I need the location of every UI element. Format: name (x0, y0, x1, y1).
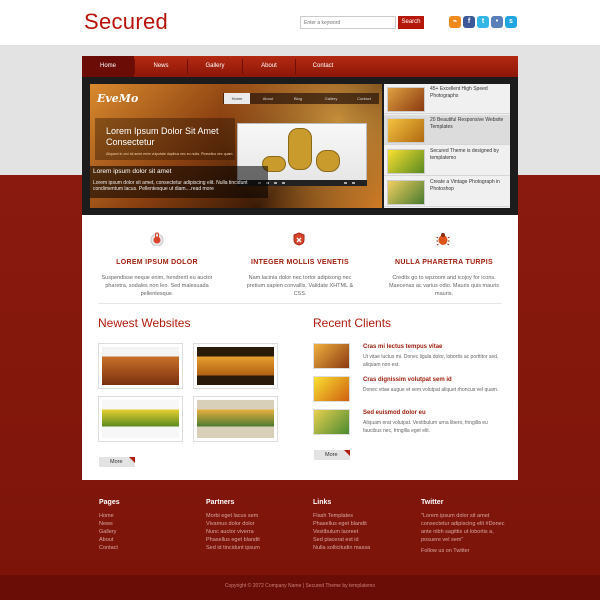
side-thumb (387, 180, 425, 205)
client-thumb[interactable] (313, 376, 350, 402)
section-divider (98, 303, 502, 304)
twitter-icon[interactable]: t (477, 16, 489, 28)
footer-links-title: Links (313, 499, 332, 506)
skype-icon[interactable]: s (505, 16, 517, 28)
nav-home[interactable]: Home (82, 56, 134, 77)
footer-link[interactable]: Nulla sollicitudin massa (313, 544, 370, 552)
feature-text: Nam lacinia dolor nec tortor adipisong n… (246, 275, 354, 297)
side-list-text: Create a Vintage Photograph in Photoshop (430, 179, 500, 192)
slide-heading: Lorem Ipsum Dolor Sit Amet Consectetur (106, 126, 219, 147)
slide-prev-icon[interactable] (344, 182, 347, 184)
feature-title: LOREM IPSUM DOLOR (116, 259, 198, 266)
slide-description-title: Lorem ipsum dolor sit amet (93, 168, 172, 175)
footer-link[interactable]: Vestibulum laoreet (313, 528, 358, 536)
footer-link[interactable]: Morbi eget lacus sem (206, 512, 258, 520)
more-corner-icon (129, 457, 135, 463)
footer-link[interactable]: Nunc auctor viverra (206, 528, 254, 536)
websites-title: Newest Websites (98, 316, 191, 330)
website-thumb[interactable] (98, 343, 183, 389)
rss-icon[interactable]: ⌁ (449, 16, 461, 28)
clients-title: Recent Clients (313, 316, 392, 330)
footer-partners-title: Partners (206, 499, 235, 506)
client-title[interactable]: Cras mi lectus tempus vitae (363, 344, 442, 350)
slide-small-text: Aliquam in orci sit amet enim vulputate … (106, 152, 234, 156)
footer-link[interactable]: Home (99, 512, 114, 520)
search-button[interactable]: Search (398, 16, 424, 29)
client-text: Aliquam erat volutpat. Vestibulum urna l… (363, 420, 488, 434)
footer-follow-link[interactable]: Follow us on Twitter (421, 547, 470, 555)
lock-icon (150, 232, 164, 246)
slider-brand: EveMo (97, 92, 139, 105)
footer-link[interactable]: Phasellus eget blandit (206, 536, 260, 544)
side-thumb (387, 87, 425, 112)
coin-stack (316, 150, 340, 172)
facebook-icon[interactable]: f (463, 16, 475, 28)
slide-next-icon[interactable] (352, 182, 355, 184)
client-thumb[interactable] (313, 409, 350, 435)
mini-nav-about[interactable]: About (255, 93, 281, 104)
side-thumb (387, 118, 425, 143)
slide-description-text: Lorem ipsum dolor sit amet, consectetur … (93, 180, 248, 192)
slide-dot[interactable] (274, 182, 277, 184)
shield-icon (293, 232, 305, 246)
footer-twitter-title: Twitter (421, 499, 444, 506)
footer-link[interactable]: Phasellus eget blandit (313, 520, 367, 528)
coin-stack (288, 128, 312, 170)
nav-news[interactable]: News (135, 56, 187, 77)
slide-dot[interactable] (282, 182, 285, 184)
side-list-text: 45+ Excellent High Speed Photographs (430, 86, 488, 99)
client-text: Donec vitae augue et sem volutpat alique… (363, 387, 499, 393)
side-list-text: 20 Beautiful Responsive Website Template… (430, 117, 504, 130)
footer-link[interactable]: Flash Templates (313, 512, 353, 520)
side-list-text: Secured Theme is designed by templatemo (430, 148, 499, 161)
footer-pages-title: Pages (99, 499, 120, 506)
bug-icon (436, 233, 450, 246)
footer-link[interactable]: Sed id tincidunt ipsum (206, 544, 260, 552)
mini-nav-contact[interactable]: Contact (350, 93, 378, 104)
feature-title: NULLA PHARETRA TURPIS (395, 259, 493, 266)
feature-text: Credits go to wpzoom and icojoy for icon… (388, 275, 500, 297)
nav-about[interactable]: About (243, 56, 295, 77)
nav-contact[interactable]: Contact (296, 56, 350, 77)
footer-tweet-text: "Lorem ipsum dolor sit amet consectetur … (421, 513, 505, 543)
footer-link[interactable]: About (99, 536, 113, 544)
client-thumb[interactable] (313, 343, 350, 369)
flickr-icon[interactable]: • (491, 16, 503, 28)
mini-nav-gallery[interactable]: Gallery (316, 93, 346, 104)
site-logo[interactable]: Secured (84, 9, 168, 35)
footer-link[interactable]: Gallery (99, 528, 116, 536)
website-thumb[interactable] (193, 343, 278, 389)
footer-link[interactable]: Vivamus dolor dolor (206, 520, 255, 528)
nav-gallery[interactable]: Gallery (188, 56, 242, 77)
website-thumb[interactable] (98, 396, 183, 442)
footer-link[interactable]: Sed placerat est id (313, 536, 359, 544)
side-thumb (387, 149, 425, 174)
mini-nav-home[interactable]: Home (224, 93, 250, 104)
more-corner-icon (344, 450, 350, 456)
footer-link[interactable]: Contact (99, 544, 118, 552)
client-text: Ut vitae luctus mi. Donec ligula dolor, … (363, 354, 499, 368)
client-title[interactable]: Sed euismod dolor eu (363, 410, 426, 416)
search-input[interactable] (300, 16, 396, 29)
feature-title: INTEGER MOLLIS VENETIS (251, 259, 349, 266)
footer-link[interactable]: News (99, 520, 113, 528)
copyright-text: Copyright © 2072 Company Name | Secured … (224, 583, 376, 589)
website-thumb[interactable] (193, 396, 278, 442)
client-title[interactable]: Cras dignissim volutpat sem id (363, 377, 452, 383)
feature-text: Suspendisse neque enim, hendrerit eu auc… (101, 275, 213, 297)
mini-nav-blog[interactable]: Blog (285, 93, 311, 104)
